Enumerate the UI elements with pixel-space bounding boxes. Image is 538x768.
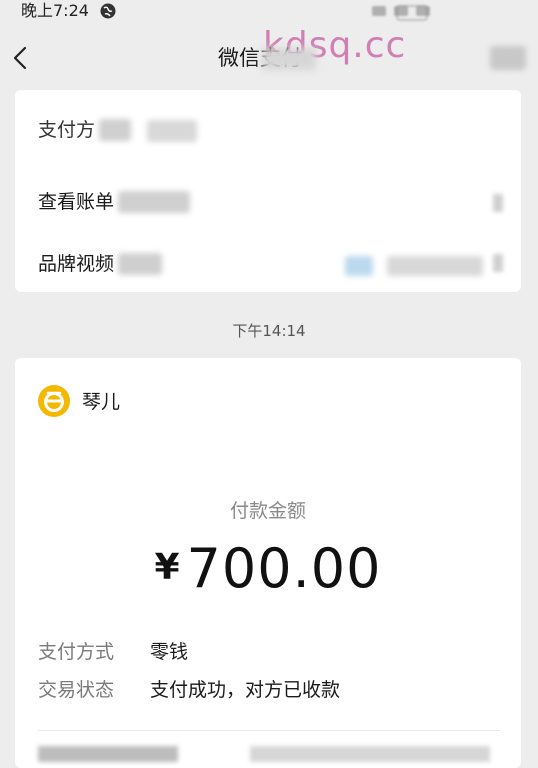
timestamp: 下午14:14 — [232, 322, 306, 340]
amount-value: ¥700.00 — [15, 536, 521, 601]
payer-row[interactable]: 支付方 — [38, 116, 132, 144]
payer-label: 支付方 — [38, 119, 96, 141]
chevron-right-icon — [493, 254, 503, 272]
more-button[interactable] — [490, 46, 526, 70]
transaction-status-label: 交易状态 — [38, 679, 115, 701]
transaction-status-value: 支付成功，对方已收款 — [150, 679, 341, 701]
status-bar: 晚上7:24 — [0, 0, 538, 24]
blurred-text — [118, 191, 191, 213]
back-button[interactable] — [8, 42, 36, 74]
cut-off-row-blur — [38, 746, 178, 762]
brand-video-label: 品牌视频 — [38, 253, 115, 275]
video-thumbnail-blur — [345, 256, 373, 276]
cut-off-row-blur — [250, 746, 490, 762]
chevron-right-icon — [493, 194, 503, 212]
chevron-left-icon — [13, 46, 27, 70]
payer-value-blur — [147, 120, 197, 142]
payment-method-label: 支付方式 — [38, 641, 115, 663]
payment-method-value: 零钱 — [150, 641, 189, 663]
video-value-blur — [387, 256, 483, 276]
blurred-text — [118, 253, 163, 275]
brand-video-row[interactable]: 品牌视频 — [38, 250, 163, 278]
currency-symbol: ¥ — [154, 547, 181, 588]
battery-icon — [396, 5, 428, 21]
blurred-text — [99, 119, 132, 141]
nav-bar: 微信支付 — [0, 34, 538, 82]
payment-card: 琴儿 付款金额 ¥700.00 支付方式 零钱 交易状态 支付成功，对方已收款 — [15, 358, 521, 768]
view-bill-label: 查看账单 — [38, 191, 115, 213]
top-card: 支付方 查看账单 品牌视频 — [15, 90, 521, 292]
globe-icon — [99, 2, 117, 20]
amount-number: 700.00 — [186, 537, 382, 600]
merchant-name: 琴儿 — [82, 391, 121, 413]
merchant-logo-icon — [37, 384, 71, 418]
divider — [38, 730, 500, 731]
amount-label: 付款金额 — [229, 500, 306, 522]
status-time: 晚上7:24 — [21, 1, 89, 20]
view-bill-row[interactable]: 查看账单 — [38, 188, 191, 216]
title-blur — [262, 48, 316, 70]
signal-icon — [372, 6, 386, 16]
